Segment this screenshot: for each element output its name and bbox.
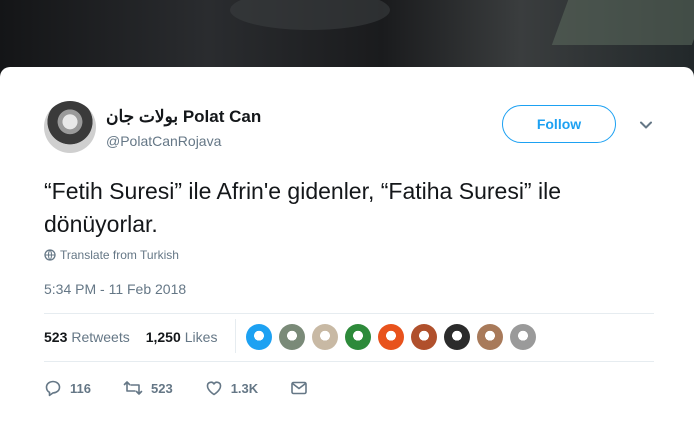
liker-avatar-1[interactable] <box>246 324 272 350</box>
retweets-label[interactable]: Retweets <box>71 329 129 345</box>
liker-avatar-8[interactable] <box>477 324 503 350</box>
divider <box>235 319 236 353</box>
avatar[interactable] <box>44 101 96 153</box>
user-handle[interactable]: @PolatCanRojava <box>106 133 221 149</box>
envelope-icon <box>291 381 307 395</box>
liker-avatar-2[interactable] <box>279 324 305 350</box>
like-count: 1.3K <box>230 380 259 396</box>
translate-label[interactable]: Translate from Turkish <box>60 248 179 262</box>
heart-icon <box>206 381 221 396</box>
engagement-stats: 523 Retweets 1,250 Likes <box>44 329 217 345</box>
liker-avatar-5[interactable] <box>378 324 404 350</box>
tweet-timestamp[interactable]: 5:34 PM - 11 Feb 2018 <box>44 281 186 297</box>
retweet-count: 523 <box>150 380 173 396</box>
like-button[interactable]: 1.3K <box>205 379 258 397</box>
follow-button[interactable]: Follow <box>502 105 616 143</box>
liker-avatars <box>246 324 543 350</box>
translate-link[interactable]: Translate from Turkish <box>44 248 179 262</box>
user-display-name[interactable]: بولات جان Polat Can <box>106 107 261 127</box>
liker-avatar-3[interactable] <box>312 324 338 350</box>
tweet-card: بولات جان Polat Can @PolatCanRojava Foll… <box>0 67 694 425</box>
reply-button[interactable]: 116 <box>44 379 91 397</box>
reply-icon <box>45 380 61 397</box>
chevron-down-icon[interactable] <box>638 117 654 133</box>
divider <box>44 361 654 362</box>
liker-avatar-4[interactable] <box>345 324 371 350</box>
globe-icon <box>44 249 56 261</box>
liker-avatar-9[interactable] <box>510 324 536 350</box>
retweet-icon <box>123 381 143 395</box>
liker-avatar-6[interactable] <box>411 324 437 350</box>
reply-count: 116 <box>70 380 91 396</box>
divider <box>44 313 654 314</box>
likes-count[interactable]: 1,250 <box>146 329 181 345</box>
likes-label[interactable]: Likes <box>185 329 218 345</box>
tweet-text: “Fetih Suresi” ile Afrin'e gidenler, “Fa… <box>44 178 561 237</box>
tweet-actions: 116 523 1.3K <box>44 379 348 397</box>
header-image-shape <box>551 0 694 45</box>
retweet-button[interactable]: 523 <box>123 379 173 397</box>
liker-avatar-7[interactable] <box>444 324 470 350</box>
direct-message-button[interactable] <box>290 379 316 397</box>
retweets-count[interactable]: 523 <box>44 329 67 345</box>
header-image-shape <box>230 0 390 30</box>
